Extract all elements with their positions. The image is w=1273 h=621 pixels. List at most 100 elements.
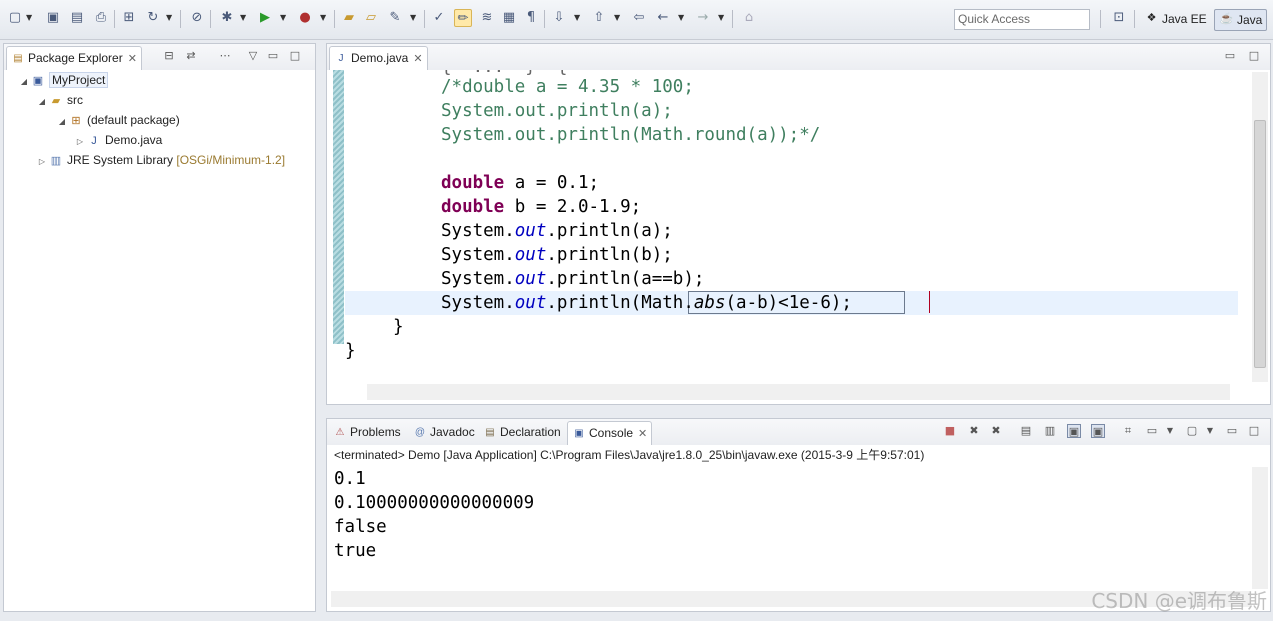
expand-icon[interactable]: ◢ [18, 72, 30, 92]
code-text: b = 2.0-1.9; [504, 197, 642, 217]
previous-annotation-dropdown-icon[interactable]: ▼ [614, 12, 622, 24]
field-ref: out [514, 221, 547, 241]
expand-icon[interactable]: ◢ [56, 112, 68, 132]
java-ee-perspective-icon: ❖ [1146, 12, 1157, 24]
console-view: ⚠ Problems @ Javadoc ▤ Declaration ▣ Console… [326, 418, 1271, 612]
tab-javadoc[interactable]: @ Javadoc [409, 421, 479, 445]
open-folder-icon[interactable]: ▱ [362, 9, 380, 27]
pilcrow-icon[interactable]: ¶ [522, 9, 540, 27]
search-icon[interactable]: ✎ [386, 9, 404, 27]
open-perspective-icon[interactable]: ⊡ [1110, 9, 1128, 27]
print-icon[interactable]: ⎙ [92, 9, 110, 27]
run-dropdown-icon[interactable]: ▼ [280, 12, 288, 24]
code-text: .println( [546, 293, 642, 313]
javadoc-icon: @ [414, 426, 426, 438]
refresh-icon[interactable]: ↻ [144, 9, 162, 27]
remove-launch-icon[interactable]: ✖ [967, 424, 981, 438]
collapse-all-icon[interactable]: ⊟ [162, 49, 176, 63]
chevron-down-icon[interactable]: ▼ [1163, 424, 1177, 438]
skip-breakpoints-icon[interactable]: ⊘ [188, 9, 206, 27]
tree-item-src[interactable]: ◢ ▰ src [36, 90, 83, 110]
library-decoration: [OSGi/Minimum-1.2] [176, 153, 286, 167]
new-project-icon[interactable]: ⊞ [120, 9, 138, 27]
previous-annotation-icon[interactable]: ⇧ [590, 9, 608, 27]
show-on-stdout-icon[interactable]: ▣ [1067, 424, 1081, 438]
save-all-icon[interactable]: ▤ [68, 9, 86, 27]
quick-access-input[interactable]: Quick Access [954, 9, 1090, 30]
back-dropdown-icon[interactable]: ▼ [678, 12, 686, 24]
save-icon[interactable]: ▣ [44, 9, 62, 27]
terminate-icon[interactable]: ■ [943, 424, 957, 438]
open-console-icon[interactable]: ▢ [1185, 424, 1199, 438]
mark-occurrences-icon[interactable]: ✓ [430, 9, 448, 27]
remove-all-terminated-icon[interactable]: ✖ [989, 424, 1003, 438]
pin-editor-icon[interactable]: ⌂ [740, 9, 758, 27]
maximize-icon[interactable]: □ [1247, 424, 1261, 438]
field-ref: out [514, 245, 547, 265]
minimize-icon[interactable]: ▭ [266, 49, 280, 63]
pin-console-icon[interactable]: ⌗ [1121, 424, 1135, 438]
editor-vertical-scrollbar[interactable] [1252, 72, 1268, 382]
collapsed-icon[interactable]: ▷ [36, 152, 48, 172]
open-type-icon[interactable]: ▰ [340, 9, 358, 27]
link-with-editor-icon[interactable]: ⇄ [184, 49, 198, 63]
tree-item-demo-java[interactable]: ▷ J Demo.java [74, 130, 162, 150]
editor-horizontal-scrollbar[interactable] [367, 384, 1230, 400]
watermark: CSDN @e调布鲁斯 [1091, 589, 1267, 613]
chevron-down-icon[interactable]: ▽ [246, 49, 260, 63]
minimize-icon[interactable]: ▭ [1223, 49, 1237, 63]
console-vertical-scrollbar[interactable] [1252, 467, 1268, 589]
code-editor[interactable]: { ... } { /*double a = 4.35 * 100; Syste… [345, 70, 1238, 382]
perspective-java-ee[interactable]: ❖ Java EE [1140, 9, 1211, 31]
close-icon[interactable]: ✕ [638, 423, 647, 445]
editor-tabbar: J Demo.java ✕ ▭ □ [327, 44, 1270, 70]
display-console-icon[interactable]: ▭ [1145, 424, 1159, 438]
tab-demo-java[interactable]: J Demo.java ✕ [329, 46, 428, 70]
code-line-7: System.out.println(a); [441, 219, 673, 243]
close-icon[interactable]: ✕ [413, 48, 422, 70]
expand-icon[interactable]: ◢ [36, 92, 48, 112]
tree-item-default-package[interactable]: ◢ ⊞ (default package) [56, 110, 180, 130]
view-menu-icon[interactable]: ⋯ [218, 49, 232, 63]
chevron-down-icon[interactable]: ▼ [1203, 424, 1217, 438]
run-icon[interactable]: ▶ [256, 9, 274, 27]
search-dropdown-icon[interactable]: ▼ [410, 12, 418, 24]
toggle-block-icon[interactable]: ≋ [478, 9, 496, 27]
package-explorer-icon: ▤ [13, 52, 23, 64]
maximize-icon[interactable]: □ [288, 49, 302, 63]
tab-label: Problems [350, 425, 401, 439]
console-output[interactable]: 0.1 0.10000000000000009 false true [334, 467, 1250, 589]
tab-problems[interactable]: ⚠ Problems [329, 421, 405, 445]
field-ref: out [514, 293, 547, 313]
refresh-dropdown-icon[interactable]: ▼ [166, 12, 174, 24]
forward-dropdown-icon[interactable]: ▼ [718, 12, 726, 24]
next-annotation-icon[interactable]: ⇩ [550, 9, 568, 27]
external-tools-dropdown-icon[interactable]: ▼ [320, 12, 328, 24]
debug-icon[interactable]: ✱ [218, 9, 236, 27]
tree-item-jre-library[interactable]: ▷ ▥ JRE System Library [OSGi/Minimum-1.2] [36, 150, 285, 170]
tab-package-explorer[interactable]: ▤ Package Explorer ✕ [6, 46, 142, 70]
show-on-stderr-icon[interactable]: ▣ [1091, 424, 1105, 438]
tree-item-project[interactable]: ◢ ▣ MyProject [18, 70, 109, 92]
code-line-5: double a = 0.1; [441, 171, 599, 195]
scroll-thumb[interactable] [1254, 120, 1266, 368]
back-icon[interactable]: ← [654, 9, 672, 27]
debug-dropdown-icon[interactable]: ▼ [240, 12, 248, 24]
show-whitespace-icon[interactable]: ▦ [500, 9, 518, 27]
forward-icon[interactable]: → [694, 9, 712, 27]
minimize-icon[interactable]: ▭ [1225, 424, 1239, 438]
next-annotation-dropdown-icon[interactable]: ▼ [574, 12, 582, 24]
close-icon[interactable]: ✕ [128, 48, 137, 70]
external-tools-icon[interactable]: ● [296, 9, 314, 27]
new-icon[interactable]: ▢ [6, 9, 24, 27]
maximize-icon[interactable]: □ [1247, 49, 1261, 63]
scroll-lock-icon[interactable]: ▥ [1043, 424, 1057, 438]
collapsed-icon[interactable]: ▷ [74, 132, 86, 152]
new-dropdown-icon[interactable]: ▼ [26, 12, 34, 24]
toggle-highlight-icon[interactable]: ✏ [454, 9, 472, 27]
clear-console-icon[interactable]: ▤ [1019, 424, 1033, 438]
perspective-java[interactable]: ☕ Java [1214, 9, 1268, 31]
tab-declaration[interactable]: ▤ Declaration [479, 421, 565, 445]
tab-console[interactable]: ▣ Console ✕ [567, 421, 653, 445]
last-edit-icon[interactable]: ⇦ [630, 9, 648, 27]
